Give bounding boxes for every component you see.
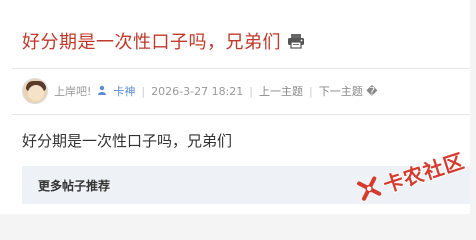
meta-divider: [12, 114, 470, 115]
next-topic-link[interactable]: 下一主题 �: [319, 83, 378, 99]
thread-card: 好分期是一次性口子吗，兄弟们 上岸吧! 卡神 | 2026-3-27 18:21…: [0, 0, 476, 214]
author-role: 卡神: [113, 85, 136, 98]
prev-topic-link[interactable]: 上一主题: [259, 83, 303, 99]
thread-title: 好分期是一次性口子吗，兄弟们: [22, 26, 305, 56]
print-icon[interactable]: [287, 33, 305, 49]
meta-separator: |: [308, 84, 313, 98]
post-body: 好分期是一次性口子吗，兄弟们: [22, 132, 233, 150]
page-gutter: [470, 0, 476, 214]
user-badge-icon: [97, 85, 107, 98]
title-divider: [12, 68, 470, 69]
post-date: 2026-3-27 18:21: [151, 84, 244, 98]
meta-separator: |: [249, 84, 253, 98]
more-posts-title: 更多帖子推荐: [38, 179, 111, 193]
post-meta: 上岸吧! 卡神 | 2026-3-27 18:21 | 上一主题 | 下一主题 …: [22, 77, 377, 105]
thread-title-text: 好分期是一次性口子吗，兄弟们: [22, 32, 281, 53]
avatar[interactable]: [22, 78, 48, 104]
meta-separator: |: [141, 84, 146, 98]
author-name[interactable]: 上岸吧!: [54, 83, 91, 99]
